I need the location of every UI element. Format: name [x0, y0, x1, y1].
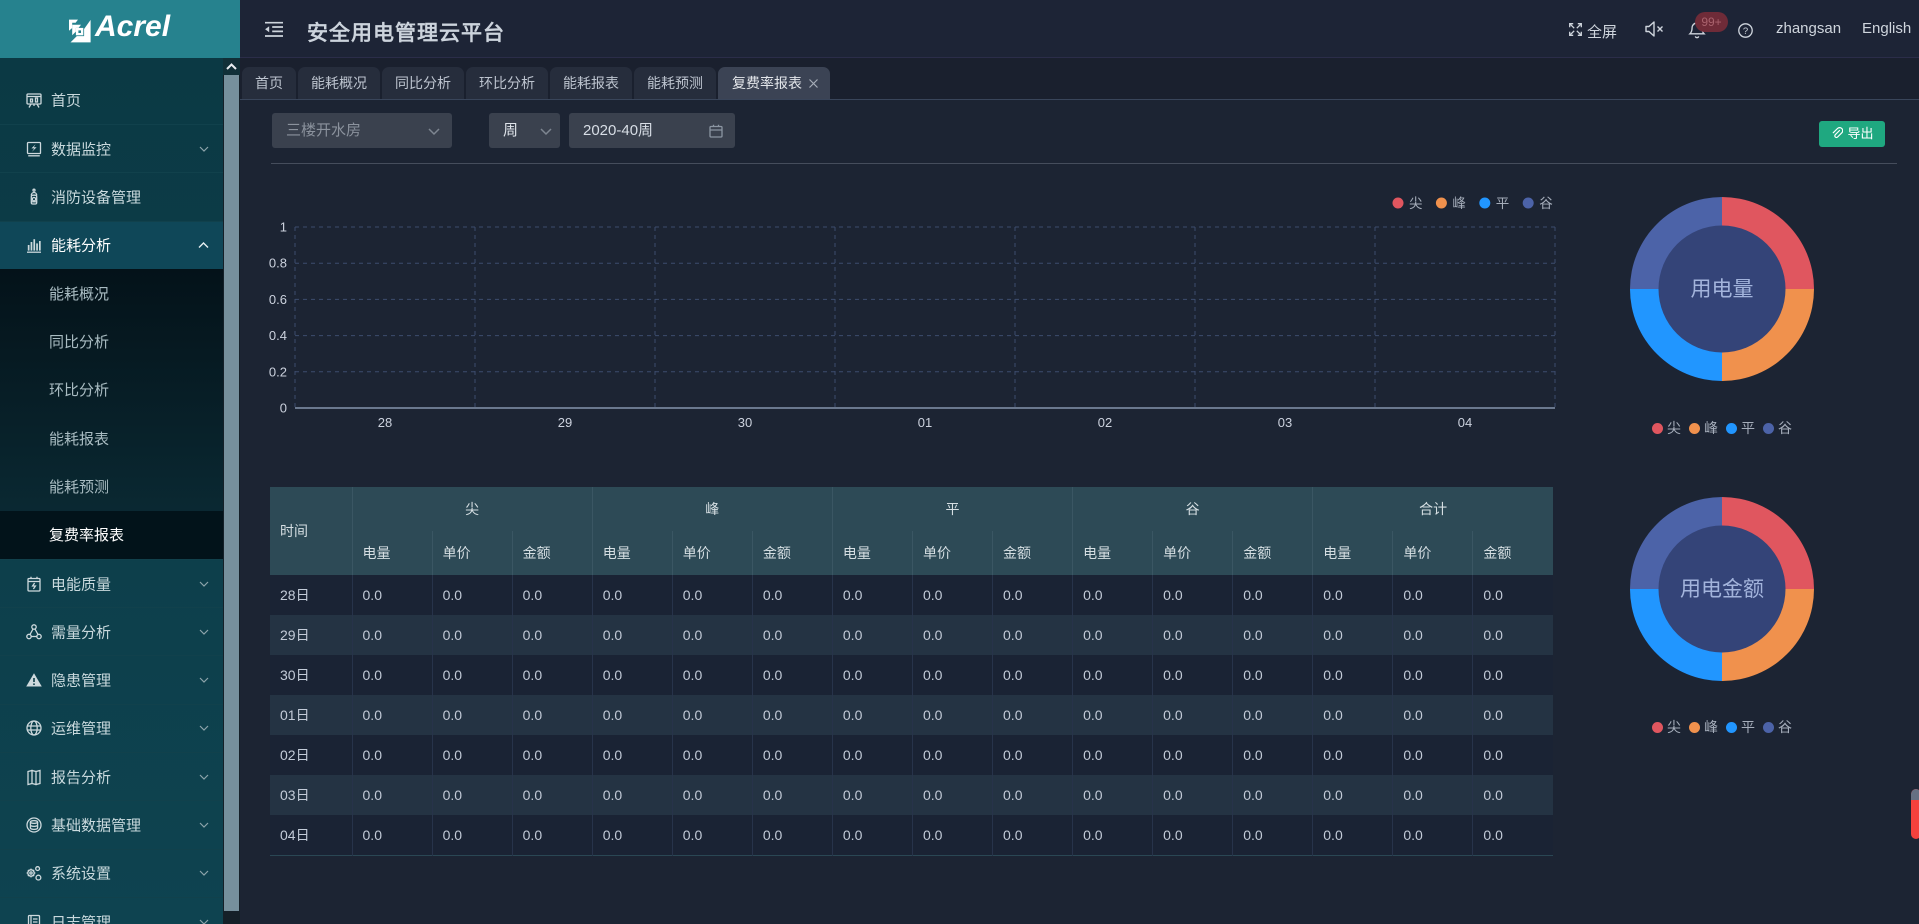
svg-text:用电金额: 用电金额: [1680, 578, 1764, 601]
svg-text:1: 1: [280, 220, 287, 235]
svg-text:28: 28: [378, 415, 392, 430]
svg-text:30: 30: [738, 415, 752, 430]
svg-text:0.8: 0.8: [269, 256, 287, 271]
svg-text:用电量: 用电量: [1691, 278, 1754, 301]
svg-text:0.2: 0.2: [269, 364, 287, 379]
svg-text:04: 04: [1458, 415, 1472, 430]
svg-text:谷: 谷: [1539, 196, 1553, 211]
svg-text:0.4: 0.4: [269, 328, 287, 343]
svg-text:平: 平: [1496, 196, 1510, 211]
svg-text:01: 01: [918, 415, 932, 430]
svg-text:峰: 峰: [1452, 196, 1466, 211]
svg-text:0.6: 0.6: [269, 292, 287, 307]
svg-text:?: ?: [1743, 26, 1748, 37]
svg-text:03: 03: [1278, 415, 1292, 430]
svg-text:0: 0: [280, 401, 287, 416]
svg-text:29: 29: [558, 415, 572, 430]
svg-text:02: 02: [1098, 415, 1112, 430]
svg-text:尖: 尖: [1409, 196, 1423, 211]
